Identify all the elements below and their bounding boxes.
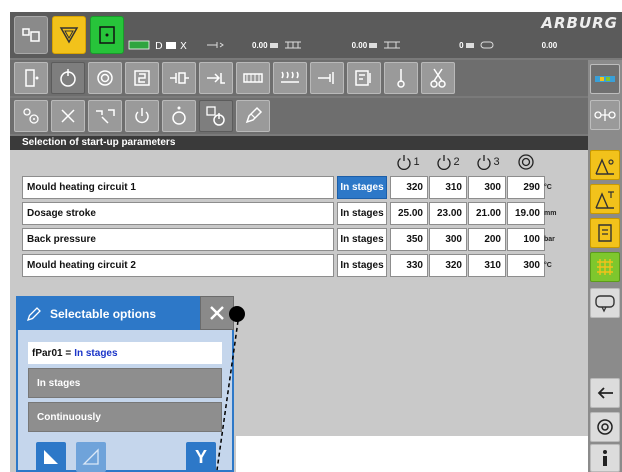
callout-line	[216, 313, 240, 471]
machine-control-screen: ARBURG DX 0.00 0.00 0 0.00 Selection of …	[10, 12, 622, 472]
callout-marker	[229, 306, 245, 322]
